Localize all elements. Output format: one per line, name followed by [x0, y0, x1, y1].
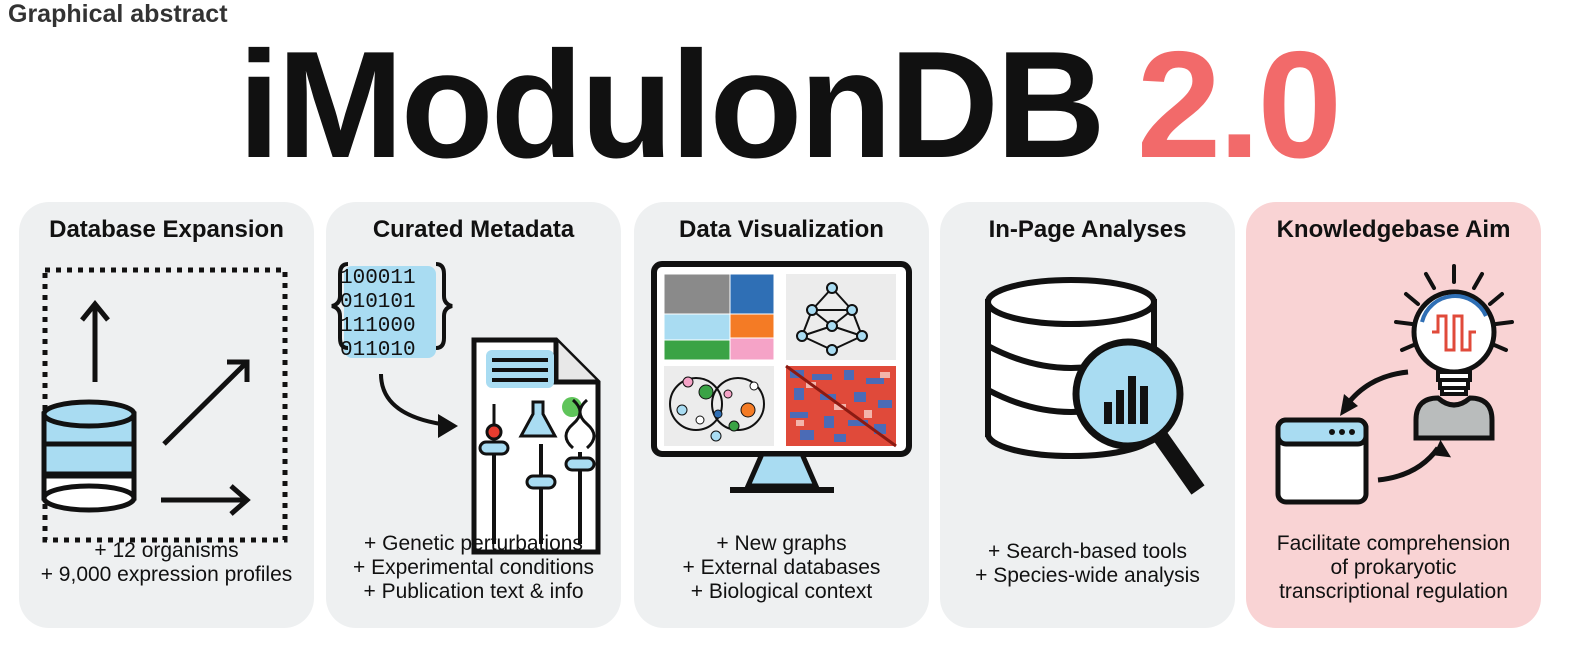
description-line: + Genetic perturbations: [364, 532, 583, 555]
page-title: iModulonDB 2.0: [0, 29, 1577, 181]
description-line: of prokaryotic: [1330, 556, 1457, 579]
panel-title: Data Visualization: [679, 216, 884, 243]
description-line: + Species-wide analysis: [975, 564, 1200, 587]
section-label: Graphical abstract: [8, 0, 228, 28]
binary-line: 011010: [340, 339, 416, 362]
monitor-graphs-icon: [651, 261, 912, 493]
description-line: + External databases: [682, 556, 881, 579]
database-search-icon: [985, 277, 1205, 495]
description-line: + Experimental conditions: [352, 556, 595, 579]
database-expansion-icon: [41, 267, 288, 543]
panel-title: Database Expansion: [49, 216, 284, 243]
panel-description: + 12 organisms + 9,000 expression profil…: [19, 539, 314, 587]
panel-title: Curated Metadata: [372, 216, 575, 243]
description-line: + Biological context: [690, 580, 873, 603]
panel-database-expansion: Database Expansion + 12 organisms + 9,00…: [19, 202, 314, 628]
panel-curated-metadata: Curated Metadata + Genetic perturbations…: [326, 202, 621, 628]
lightbulb-cycle-icon: [1275, 264, 1514, 505]
panel-description: Facilitate comprehension of prokaryotic …: [1246, 532, 1541, 604]
description-line: + 12 organisms: [94, 539, 239, 562]
title-name: iModulonDB: [237, 20, 1106, 190]
description-line: + Publication text & info: [363, 580, 584, 603]
panel-description: + Search-based tools + Species-wide anal…: [940, 540, 1235, 588]
description-line: + Search-based tools: [987, 540, 1188, 563]
panel-in-page-analyses: In-Page Analyses + Search-based tools + …: [940, 202, 1235, 628]
description-line: transcriptional regulation: [1279, 580, 1508, 603]
panel-title: In-Page Analyses: [988, 216, 1187, 243]
panel-description: + New graphs + External databases + Biol…: [634, 532, 929, 604]
description-line: + New graphs: [716, 532, 847, 555]
panel-knowledgebase-aim: Knowledgebase Aim Facilitate comprehensi…: [1246, 202, 1541, 628]
description-line: Facilitate comprehension: [1276, 532, 1511, 555]
description-line: + 9,000 expression profiles: [40, 563, 293, 586]
binary-code: 100011 010101 111000 011010: [340, 267, 416, 363]
binary-line: 111000: [340, 315, 416, 338]
binary-line: 100011: [340, 267, 416, 290]
panel-data-visualization: Data Visualization + New graphs + Extern…: [634, 202, 929, 628]
panel-title: Knowledgebase Aim: [1276, 216, 1511, 243]
binary-line: 010101: [340, 291, 416, 314]
panel-description: + Genetic perturbations + Experimental c…: [326, 532, 621, 604]
title-version: 2.0: [1136, 20, 1342, 190]
